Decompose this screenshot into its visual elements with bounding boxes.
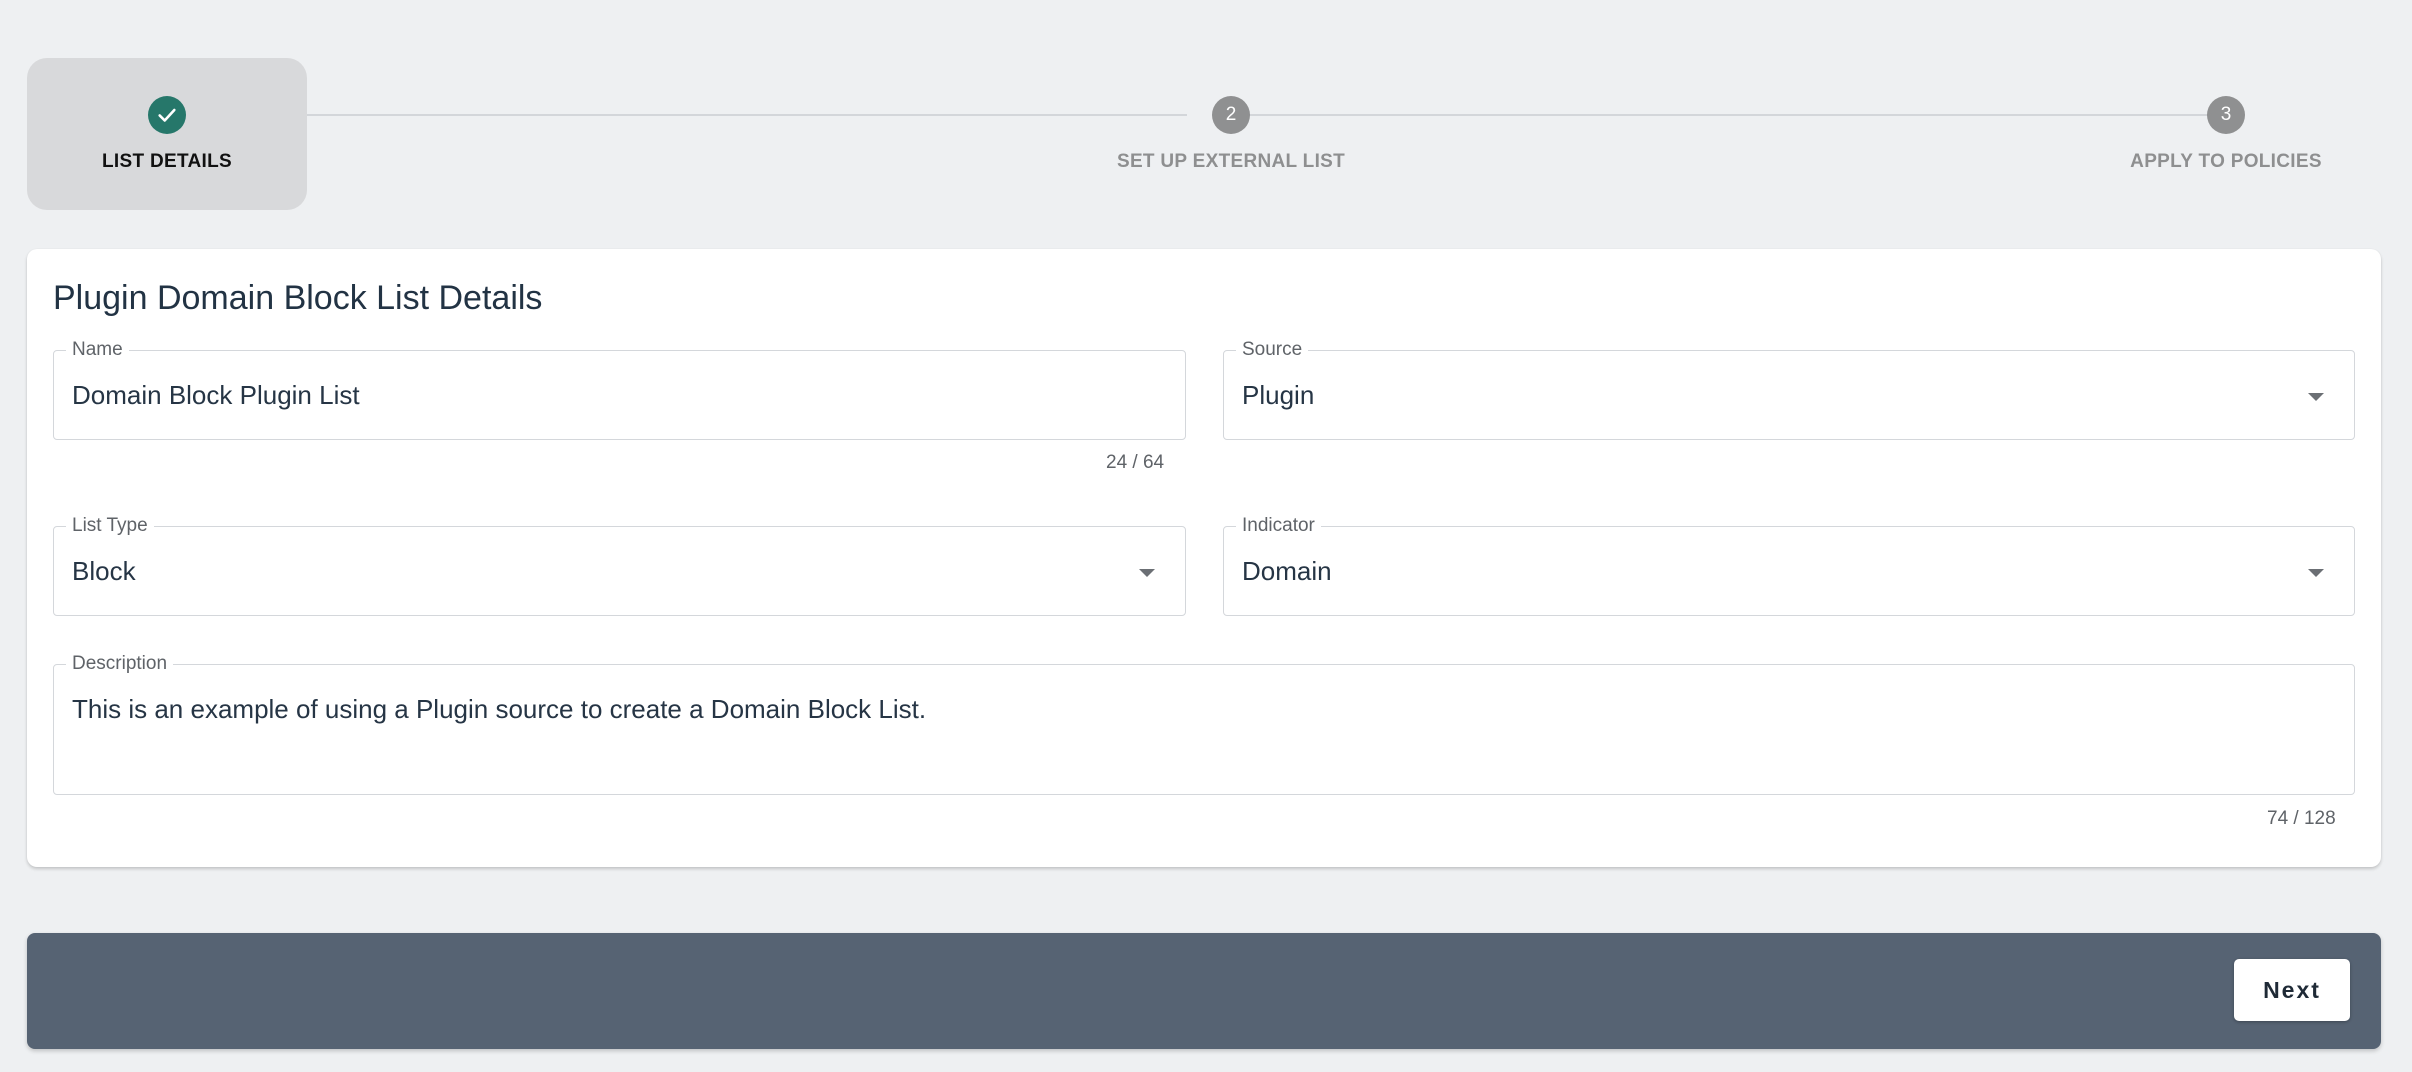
chevron-down-icon[interactable] [1139,569,1155,577]
step-set-up-external-list[interactable]: 2 SET UP EXTERNAL LIST [1057,58,1405,210]
list-details-card: Plugin Domain Block List Details Name Do… [27,249,2381,867]
indicator-value: Domain [1242,556,1332,586]
step-label: SET UP EXTERNAL LIST [1116,151,1346,172]
footer-action-bar: Next [27,933,2381,1049]
name-value[interactable]: Domain Block Plugin List [72,379,360,411]
step-list-details[interactable]: LIST DETAILS [27,58,307,210]
step-apply-to-policies[interactable]: 3 APPLY TO POLICIES [2105,58,2347,210]
chevron-down-icon[interactable] [2308,393,2324,401]
source-label: Source [1236,339,1309,361]
description-char-counter: 74 / 128 [2267,808,2336,829]
stepper: LIST DETAILS 2 SET UP EXTERNAL LIST 3 AP… [27,58,2381,210]
indicator-label: Indicator [1236,515,1321,537]
list-type-value: Block [72,556,136,586]
check-icon [148,96,186,134]
list-type-select[interactable]: List Type Block [53,515,1186,616]
card-title: Plugin Domain Block List Details [53,279,543,317]
indicator-select[interactable]: Indicator Domain [1223,515,2355,616]
name-field[interactable]: Name Domain Block Plugin List [53,339,1186,440]
next-button[interactable]: Next [2234,959,2350,1021]
description-field[interactable]: Description This is an example of using … [53,653,2355,795]
description-label: Description [66,653,174,675]
chevron-down-icon[interactable] [2308,569,2324,577]
source-select[interactable]: Source Plugin [1223,339,2355,440]
step-number: 3 [2207,96,2245,134]
name-char-counter: 24 / 64 [1106,452,1165,473]
list-type-label: List Type [66,515,154,537]
step-connector [197,114,1187,116]
step-label: APPLY TO POLICIES [2130,151,2322,172]
step-number: 2 [1212,96,1250,134]
name-label: Name [66,339,129,361]
source-value: Plugin [1242,380,1315,410]
step-label: LIST DETAILS [102,151,232,172]
description-value[interactable]: This is an example of using a Plugin sou… [72,693,926,725]
